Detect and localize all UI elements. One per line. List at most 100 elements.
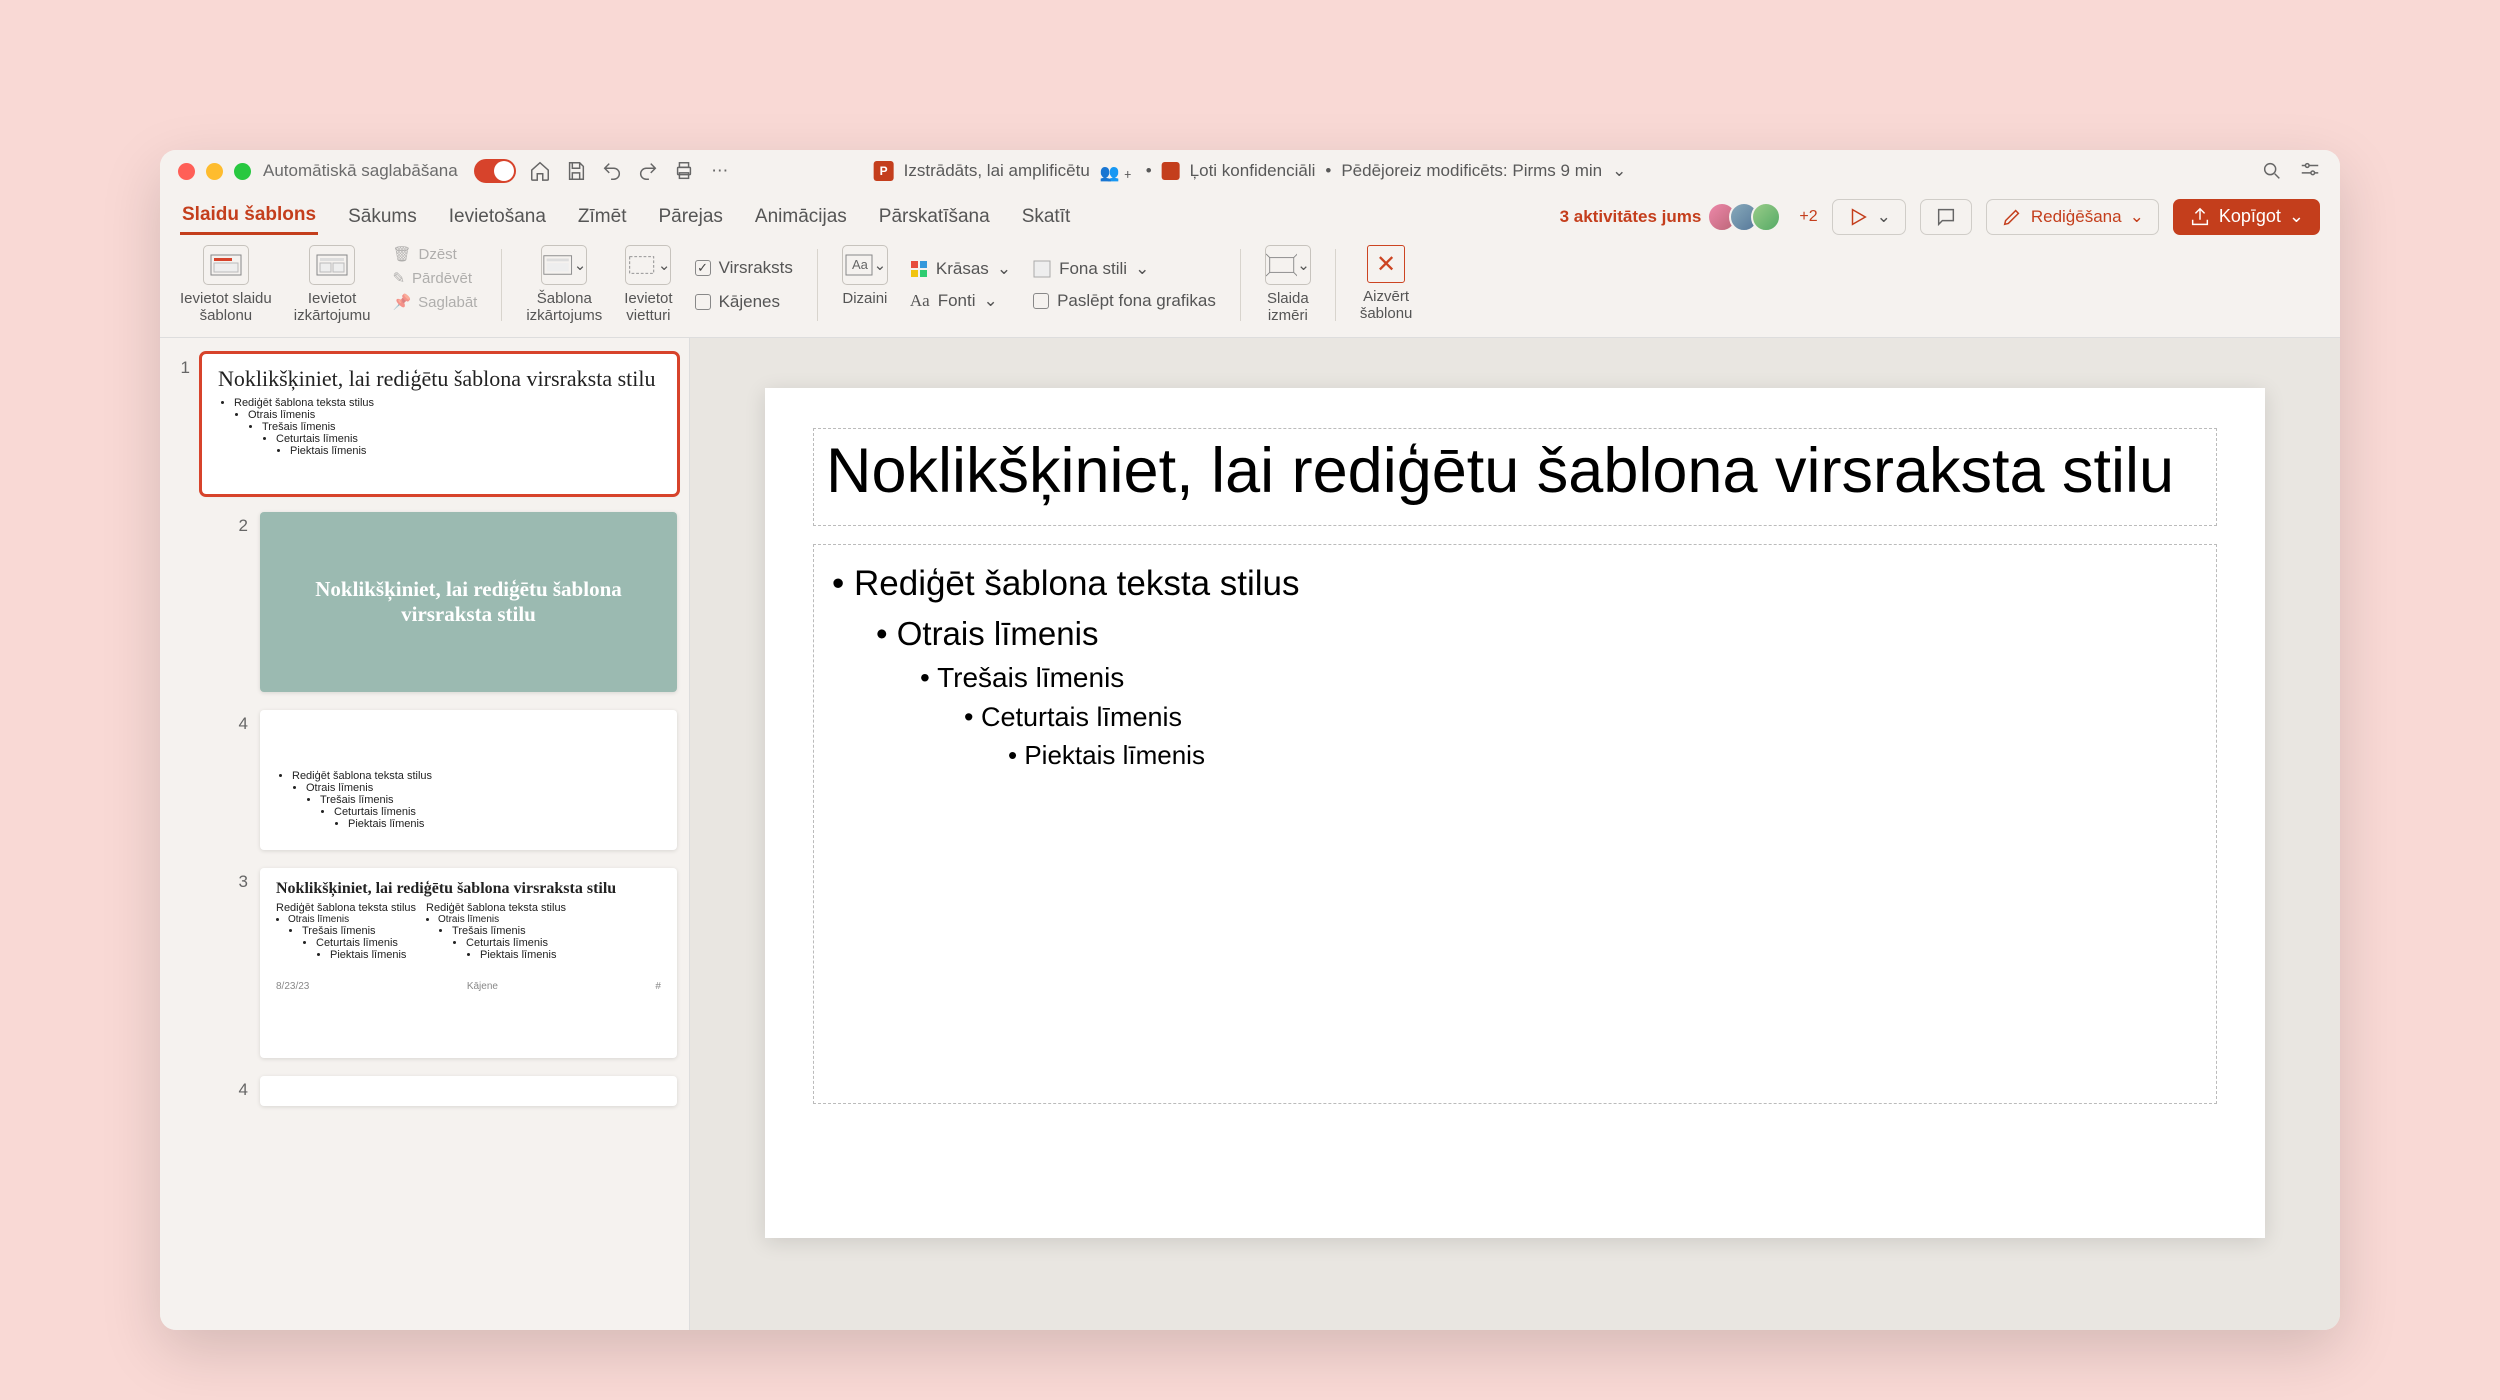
app-window: Automātiskā saglabāšana ⋯ P Izstrādāts, …: [160, 150, 2340, 1330]
tab-slide-master[interactable]: Slaidu šablons: [180, 198, 318, 235]
close-master-label: Aizvērt šablonu: [1360, 288, 1413, 323]
minimize-window-button[interactable]: [206, 163, 223, 180]
colors-dropdown[interactable]: Krāsas ⌄: [910, 259, 1011, 279]
save-icon[interactable]: [564, 159, 588, 183]
editing-mode-button[interactable]: Rediģēšana⌄: [1986, 199, 2159, 235]
thumb-title: Noklikšķiniet, lai rediģētu šablona virs…: [218, 366, 661, 391]
svg-text:Aa: Aa: [852, 257, 869, 272]
thumb-date: 8/23/23: [276, 981, 309, 992]
close-master-button[interactable]: ✕ Aizvērt šablonu: [1360, 245, 1413, 325]
thumb-number: 3: [230, 868, 248, 1058]
thumb-number: 2: [230, 512, 248, 692]
overflow-icon[interactable]: ⋯: [708, 159, 732, 183]
bullet-level-3[interactable]: Trešais līmenis: [920, 658, 2198, 699]
print-icon[interactable]: [672, 159, 696, 183]
share-label: Kopīgot: [2219, 206, 2281, 227]
insert-slide-master-label: Ievietot slaidu šablonu: [180, 290, 272, 325]
slide-title-text[interactable]: Noklikšķiniet, lai rediģētu šablona virs…: [826, 435, 2204, 507]
rename-button[interactable]: ✎ Pārdēvēt: [392, 269, 477, 287]
footers-checkbox[interactable]: Kājenes: [695, 292, 793, 312]
sensitivity-icon: [1162, 162, 1180, 180]
chevron-down-icon[interactable]: ⌄: [1612, 161, 1626, 181]
insert-placeholder-button[interactable]: ⌄ Ievietot vietturi: [624, 245, 672, 325]
window-controls: [178, 163, 251, 180]
title-checkbox[interactable]: Virsraksts: [695, 258, 793, 278]
layout-thumbnail[interactable]: [260, 1076, 677, 1106]
activity-label[interactable]: 3 aktivitātes jums: [1560, 207, 1702, 227]
edit-master-group: 🗑 Dzēst ✎ Pārdēvēt 📌 Saglabāt: [392, 245, 477, 325]
avatar-overflow-count[interactable]: +2: [1799, 208, 1817, 226]
thumb-title: Noklikšķiniet, lai rediģētu šablona virs…: [276, 880, 661, 898]
autosave-toggle[interactable]: [474, 159, 516, 183]
comments-button[interactable]: [1920, 199, 1972, 235]
title-placeholder[interactable]: Noklikšķiniet, lai rediģētu šablona virs…: [813, 428, 2217, 526]
tab-insert[interactable]: Ievietošana: [447, 200, 548, 234]
title-checkbox-label: Virsraksts: [719, 258, 793, 278]
avatar[interactable]: [1751, 202, 1781, 232]
slide-size-button[interactable]: ⌄ Slaida izmēri: [1265, 245, 1311, 325]
bullet-level-1[interactable]: Rediģēt šablona teksta stilus: [832, 559, 2198, 610]
designs-label: Dizaini: [842, 290, 887, 307]
settings-icon[interactable]: [2298, 159, 2322, 183]
slide-size-label: Slaida izmēri: [1267, 290, 1309, 325]
layout-thumbnail[interactable]: Noklikšķiniet, lai rediģētu šablona virs…: [260, 512, 677, 692]
content-placeholder[interactable]: Rediģēt šablona teksta stilus Otrais līm…: [813, 544, 2217, 1104]
bullet-level-4[interactable]: Ceturtais līmenis: [964, 698, 2198, 737]
colors-label: Krāsas: [936, 259, 989, 279]
bullet-level-5[interactable]: Piektais līmenis: [1008, 737, 2198, 775]
collaborator-avatars[interactable]: [1715, 202, 1781, 232]
preserve-button: 📌 Saglabāt: [392, 293, 477, 311]
close-window-button[interactable]: [178, 163, 195, 180]
bullet-level-2[interactable]: Otrais līmenis: [876, 610, 2198, 658]
layout-thumbnail[interactable]: Noklikšķiniet, lai rediģētu šablona virs…: [260, 868, 677, 1058]
background-styles-label: Fona stili: [1059, 259, 1127, 279]
undo-icon[interactable]: [600, 159, 624, 183]
thumb-number: 4: [230, 710, 248, 850]
thumb-number: 1: [172, 354, 190, 494]
insert-placeholder-label: Ievietot vietturi: [624, 290, 672, 325]
workspace: 1 Noklikšķiniet, lai rediģētu šablona vi…: [160, 338, 2340, 1331]
thumb-number: 4: [230, 1076, 248, 1106]
people-icon[interactable]: 👥﹢: [1100, 159, 1136, 183]
autosave-label: Automātiskā saglabāšana: [263, 161, 458, 181]
delete-button: 🗑 Dzēst: [392, 245, 477, 263]
search-icon[interactable]: [2260, 159, 2284, 183]
tab-transitions[interactable]: Pārejas: [656, 200, 724, 234]
insert-slide-master-button[interactable]: Ievietot slaidu šablonu: [180, 245, 272, 325]
redo-icon[interactable]: [636, 159, 660, 183]
footers-checkbox-label: Kājenes: [719, 292, 780, 312]
thumb-title: Noklikšķiniet, lai rediģētu šablona virs…: [276, 577, 661, 625]
fonts-label: Fonti: [938, 291, 976, 311]
thumb-footer: Kājene: [467, 981, 498, 992]
slide-master-canvas[interactable]: Noklikšķiniet, lai rediģētu šablona virs…: [765, 388, 2265, 1238]
designs-button[interactable]: Aa⌄ Dizaini: [842, 245, 888, 325]
hide-background-label: Paslēpt fona grafikas: [1057, 291, 1216, 311]
document-title-area: P Izstrādāts, lai amplificētu 👥﹢ • Ļoti …: [874, 159, 1627, 183]
tab-home[interactable]: Sākums: [346, 200, 419, 234]
slide-canvas-area[interactable]: Noklikšķiniet, lai rediģētu šablona virs…: [690, 338, 2340, 1331]
maximize-window-button[interactable]: [234, 163, 251, 180]
document-title: Izstrādāts, lai amplificētu: [904, 161, 1090, 181]
last-modified-label: Pēdējoreiz modificēts: Pirms 9 min: [1341, 161, 1602, 181]
hide-background-checkbox[interactable]: Paslēpt fona grafikas: [1033, 291, 1216, 311]
tab-draw[interactable]: Zīmēt: [576, 200, 629, 234]
thumbnail-panel[interactable]: 1 Noklikšķiniet, lai rediģētu šablona vi…: [160, 338, 690, 1331]
share-button[interactable]: Kopīgot⌄: [2173, 199, 2320, 235]
slide-master-thumbnail[interactable]: Noklikšķiniet, lai rediģētu šablona virs…: [202, 354, 677, 494]
layout-thumbnail[interactable]: Rediģēt šablona teksta stilus Otrais līm…: [260, 710, 677, 850]
powerpoint-icon: P: [874, 161, 894, 181]
fonts-dropdown[interactable]: AaFonti ⌄: [910, 291, 1011, 311]
sensitivity-label: Ļoti konfidenciāli: [1190, 161, 1316, 181]
home-icon[interactable]: [528, 159, 552, 183]
insert-layout-label: Ievietot izkārtojumu: [294, 290, 371, 325]
ribbon: Ievietot slaidu šablonu Ievietot izkārto…: [160, 235, 2340, 338]
tab-animations[interactable]: Animācijas: [753, 200, 849, 234]
background-styles-dropdown[interactable]: Fona stili ⌄: [1033, 259, 1216, 279]
tab-view[interactable]: Skatīt: [1020, 200, 1073, 234]
ribbon-tabs: Slaidu šablons Sākums Ievietošana Zīmēt …: [160, 192, 2340, 235]
master-layout-button[interactable]: ⌄ Šablona izkārtojums: [526, 245, 602, 325]
master-layout-label: Šablona izkārtojums: [526, 290, 602, 325]
present-button[interactable]: ⌄: [1832, 199, 1906, 235]
tab-review[interactable]: Pārskatīšana: [877, 200, 992, 234]
insert-layout-button[interactable]: Ievietot izkārtojumu: [294, 245, 371, 325]
